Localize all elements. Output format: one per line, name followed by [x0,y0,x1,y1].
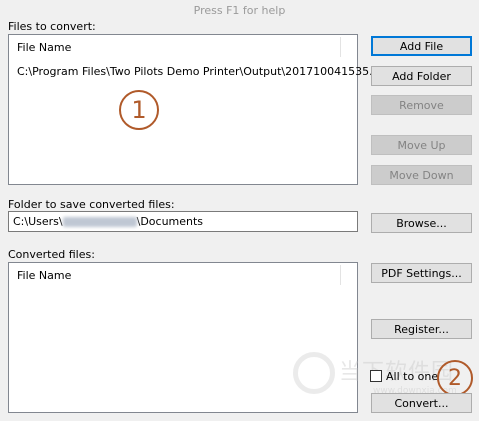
move-up-button[interactable]: Move Up [371,135,472,155]
redacted-username [62,217,137,227]
add-folder-button[interactable]: Add Folder [371,66,472,86]
column-header-file-name[interactable]: File Name [17,269,71,282]
add-file-button[interactable]: Add File [371,36,472,56]
annotation-marker-2: 2 [437,360,473,396]
files-to-convert-list[interactable]: File Name C:\Program Files\Two Pilots De… [8,34,380,185]
all-to-one-label[interactable]: All to one [386,370,438,383]
help-hint: Press F1 for help [193,4,286,17]
move-down-button[interactable]: Move Down [371,165,472,185]
path-prefix: C:\Users\ [13,215,63,228]
column-header-file-name[interactable]: File Name [17,41,71,54]
save-folder-label: Folder to save converted files: [8,198,175,211]
files-to-convert-label: Files to convert: [8,20,96,33]
register-button[interactable]: Register... [371,319,472,339]
column-separator [340,37,341,57]
converted-files-label: Converted files: [8,248,95,261]
column-separator [340,265,341,285]
convert-button[interactable]: Convert... [371,393,472,413]
annotation-marker-1: 1 [119,90,159,130]
save-folder-field[interactable]: C:\Users\ \Documents [8,211,358,232]
remove-button[interactable]: Remove [371,95,472,115]
browse-button[interactable]: Browse... [371,213,472,233]
watermark-circle-icon [293,352,335,394]
all-to-one-checkbox[interactable] [370,370,382,382]
list-item[interactable]: C:\Program Files\Two Pilots Demo Printer… [17,65,380,78]
path-suffix: \Documents [136,215,204,228]
pdf-settings-button[interactable]: PDF Settings... [371,263,472,283]
